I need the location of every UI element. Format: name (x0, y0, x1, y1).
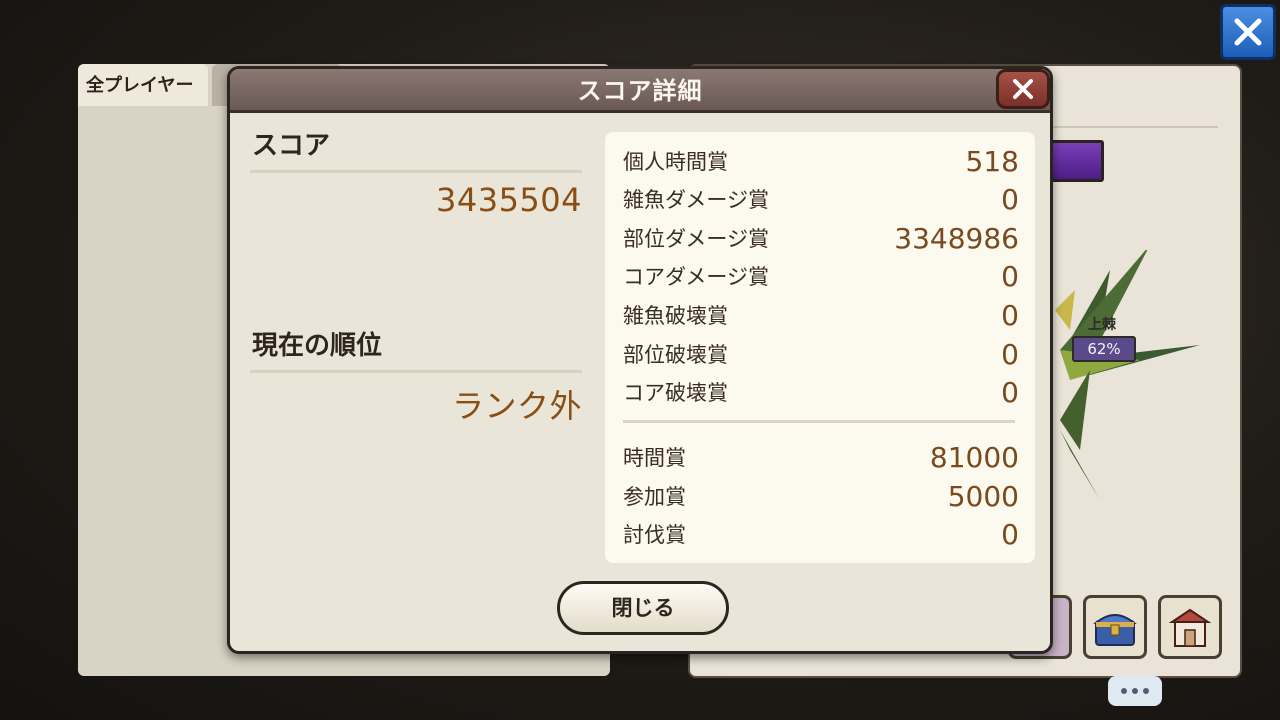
detail-row: 個人時間賞 518 (623, 142, 1019, 180)
detail-label: 部位ダメージ賞 (623, 227, 769, 251)
boss-panel-divider (1052, 126, 1218, 128)
score-detail-dialog: スコア詳細 スコア 3435504 現在の順位 ランク外 個人時間賞 518 雑… (227, 66, 1053, 654)
close-icon (1013, 79, 1033, 99)
bonus-row: 時間賞 81000 (623, 438, 1019, 476)
shop-icon (1168, 608, 1212, 647)
shop-button[interactable] (1158, 595, 1222, 659)
detail-row: 部位破壊賞 0 (623, 335, 1019, 373)
detail-row: コアダメージ賞 0 (623, 257, 1019, 295)
detail-label: コアダメージ賞 (623, 265, 769, 289)
chat-bubble-icon (1121, 688, 1127, 694)
boss-part-name: 上棘 (1088, 317, 1116, 333)
detail-row: 雑魚ダメージ賞 0 (623, 180, 1019, 218)
breakdown-divider (623, 420, 1015, 423)
bonus-value: 0 (1001, 517, 1019, 551)
detail-value: 518 (965, 144, 1019, 178)
detail-row: コア破壊賞 0 (623, 373, 1019, 411)
rank-divider (250, 370, 582, 373)
detail-row: 部位ダメージ賞 3348986 (623, 219, 1019, 257)
detail-value: 0 (1001, 182, 1019, 216)
boss-part-percent: 62% (1072, 336, 1136, 362)
rank-label: 現在の順位 (252, 331, 383, 361)
detail-label: 個人時間賞 (623, 150, 728, 174)
bonus-label: 時間賞 (623, 446, 686, 470)
bonus-value: 5000 (947, 479, 1019, 513)
detail-row: 雑魚破壊賞 0 (623, 296, 1019, 334)
close-icon (1234, 18, 1262, 46)
treasure-chest-icon (1093, 614, 1137, 646)
boss-hp-bar (1050, 140, 1104, 182)
bonus-value: 81000 (929, 440, 1019, 474)
detail-label: 雑魚破壊賞 (623, 304, 728, 328)
bonus-label: 参加賞 (623, 485, 686, 509)
detail-label: コア破壊賞 (623, 381, 728, 405)
chat-button[interactable] (1108, 676, 1162, 706)
rank-value: ランク外 (451, 387, 582, 425)
bonus-row: 討伐賞 0 (623, 515, 1019, 553)
detail-value: 0 (1001, 375, 1019, 409)
detail-value: 0 (1001, 259, 1019, 293)
score-breakdown: 個人時間賞 518 雑魚ダメージ賞 0 部位ダメージ賞 3348986 コアダメ… (605, 132, 1035, 563)
tab-all-players[interactable]: 全プレイヤー (78, 64, 208, 106)
detail-label: 雑魚ダメージ賞 (623, 188, 769, 212)
detail-value: 0 (1001, 298, 1019, 332)
bonus-label: 討伐賞 (623, 523, 686, 547)
detail-value: 3348986 (894, 221, 1019, 255)
treasure-chest-button[interactable] (1083, 595, 1147, 659)
dialog-title: スコア詳細 (577, 77, 703, 105)
detail-label: 部位破壊賞 (623, 343, 728, 367)
score-label: スコア (252, 131, 331, 161)
dialog-close-button[interactable] (996, 69, 1050, 109)
close-dialog-button[interactable]: 閉じる (557, 581, 729, 635)
screen-close-button[interactable] (1220, 4, 1276, 60)
boss-plant-image (1055, 250, 1200, 500)
bonus-row: 参加賞 5000 (623, 477, 1019, 515)
score-value: 3435504 (435, 181, 582, 219)
score-summary: スコア 3435504 現在の順位 ランク外 (250, 125, 582, 427)
detail-value: 0 (1001, 337, 1019, 371)
score-divider (250, 170, 582, 173)
